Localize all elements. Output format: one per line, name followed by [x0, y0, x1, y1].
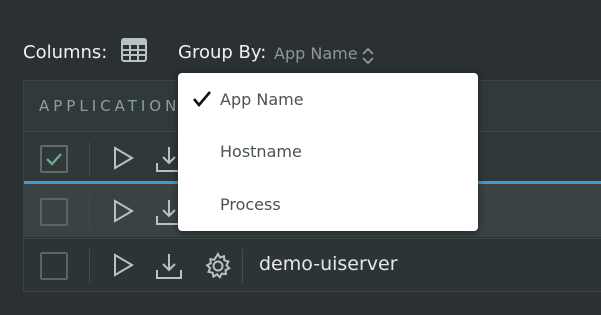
- table-row[interactable]: demo-uiserver: [24, 238, 601, 291]
- row-checkbox[interactable]: [40, 252, 68, 280]
- dropdown-option-label: Hostname: [220, 142, 302, 161]
- columns-label: Columns:: [23, 42, 108, 63]
- toolbar: Columns: Group By: App Name: [0, 0, 601, 80]
- dropdown-option-app-name[interactable]: App Name: [178, 73, 478, 125]
- group-by-dropdown: App Name Hostname Process: [178, 73, 478, 231]
- checkmark-icon: [46, 153, 62, 166]
- play-icon[interactable]: [110, 198, 136, 224]
- dropdown-option-process[interactable]: Process: [178, 178, 478, 230]
- row-checkbox[interactable]: [40, 198, 68, 226]
- application-column-header[interactable]: APPLICATION: [39, 97, 180, 115]
- dropdown-option-label: Process: [220, 195, 281, 214]
- divider: [89, 142, 90, 176]
- play-icon[interactable]: [110, 145, 136, 171]
- row-checkbox[interactable]: [40, 145, 68, 173]
- row-name[interactable]: demo-uiserver: [259, 253, 398, 275]
- checkmark-icon: [193, 91, 211, 108]
- download-icon[interactable]: [154, 251, 184, 281]
- dropdown-option-hostname[interactable]: Hostname: [178, 125, 478, 177]
- divider: [89, 249, 90, 283]
- gear-icon[interactable]: [203, 251, 233, 281]
- group-by-select[interactable]: App Name: [274, 44, 358, 63]
- divider: [89, 195, 90, 229]
- dropdown-option-label: App Name: [220, 90, 304, 109]
- divider: [242, 249, 243, 283]
- group-by-label: Group By:: [178, 42, 267, 63]
- play-icon[interactable]: [110, 252, 136, 278]
- table-columns-icon[interactable]: [121, 38, 147, 62]
- chevron-updown-icon[interactable]: [361, 45, 375, 67]
